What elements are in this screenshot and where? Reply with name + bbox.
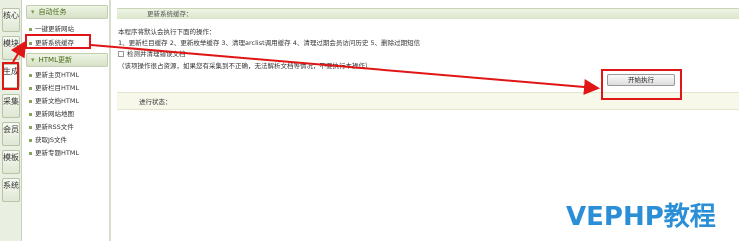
tab-core-label: 核心 xyxy=(3,11,19,20)
clean-docs-checkbox[interactable] xyxy=(118,51,124,57)
menu-section-auto-tasks[interactable]: ▾ 自动任务 xyxy=(26,5,108,19)
clean-docs-option[interactable]: 检测并清理错误文档 xyxy=(118,48,186,58)
highlight-update-cache-item xyxy=(25,34,91,49)
bullet-icon xyxy=(29,112,32,116)
menu-section-html-update-title: HTML更新 xyxy=(38,56,72,64)
tab-members[interactable]: 会员 xyxy=(2,122,20,146)
tab-templates[interactable]: 模板 xyxy=(2,150,20,174)
tab-collect-label: 采集 xyxy=(3,97,19,106)
menu-item-update-rss[interactable]: 更新RSS文件 xyxy=(29,123,74,132)
menu-section-auto-tasks-title: 自动任务 xyxy=(38,8,67,16)
menu-item-update-docs[interactable]: 更新文档HTML xyxy=(29,97,79,106)
menu-item-label: 一键更新网站 xyxy=(35,25,74,33)
chevron-down-icon: ▾ xyxy=(31,8,35,16)
menu-item-label: 更新网站地图 xyxy=(35,110,74,118)
intro-text: 本程序将默认会执行下面的操作： xyxy=(118,28,216,36)
bullet-icon xyxy=(29,99,32,103)
tab-members-label: 会员 xyxy=(3,125,19,134)
clean-docs-label: 检测并清理错误文档 xyxy=(127,50,186,58)
menu-section-html-update[interactable]: ▾ HTML更新 xyxy=(26,53,108,67)
tab-system[interactable]: 系统 xyxy=(2,178,20,202)
tab-system-label: 系统 xyxy=(3,181,19,190)
tab-collect[interactable]: 采集 xyxy=(2,94,20,118)
tab-modules-label: 模块 xyxy=(3,39,19,48)
menu-item-update-sitemap[interactable]: 更新网站地图 xyxy=(29,110,74,119)
menu-item-label: 获取JS文件 xyxy=(35,136,68,144)
menu-item-label: 更新主页HTML xyxy=(35,71,80,79)
tab-templates-label: 模板 xyxy=(3,153,19,162)
menu-item-label: 更新RSS文件 xyxy=(35,123,74,131)
bullet-icon xyxy=(29,151,32,155)
highlight-generate-tab xyxy=(2,62,19,90)
menu-item-update-site[interactable]: 一键更新网站 xyxy=(29,25,74,34)
menu-item-update-topics[interactable]: 更新专题HTML xyxy=(29,149,79,158)
bullet-icon xyxy=(29,138,32,142)
bullet-icon xyxy=(29,125,32,129)
module-tab-strip: 核心 模块 生成 采集 会员 模板 系统 xyxy=(0,0,22,241)
menu-item-label: 更新栏目HTML xyxy=(35,84,80,92)
bullet-icon xyxy=(29,27,32,31)
chevron-down-icon: ▾ xyxy=(31,56,35,64)
note-text: （该项操作很占资源，如果您有采集到不正确，无法解析文档等情况，不要执行本操作） xyxy=(118,62,372,70)
progress-label: 进行状态： xyxy=(139,98,172,106)
menu-item-label: 更新专题HTML xyxy=(35,149,80,157)
menu-item-update-columns[interactable]: 更新栏目HTML xyxy=(29,84,79,93)
bullet-icon xyxy=(29,73,32,77)
menu-item-label: 更新文档HTML xyxy=(35,97,80,105)
highlight-start-button xyxy=(601,69,682,100)
menu-item-update-home[interactable]: 更新主页HTML xyxy=(29,71,79,80)
menu-item-get-js[interactable]: 获取JS文件 xyxy=(29,136,67,145)
watermark-logo: VEPHP教程 xyxy=(566,202,716,232)
page-title: 更新系统缓存： xyxy=(117,8,739,19)
steps-text: 1、更新栏目缓存 2、更新枚举缓存 3、清理arclist调用缓存 4、清理过期… xyxy=(118,39,421,47)
tab-modules[interactable]: 模块 xyxy=(2,36,20,60)
bullet-icon xyxy=(29,86,32,90)
tab-core[interactable]: 核心 xyxy=(2,8,20,32)
